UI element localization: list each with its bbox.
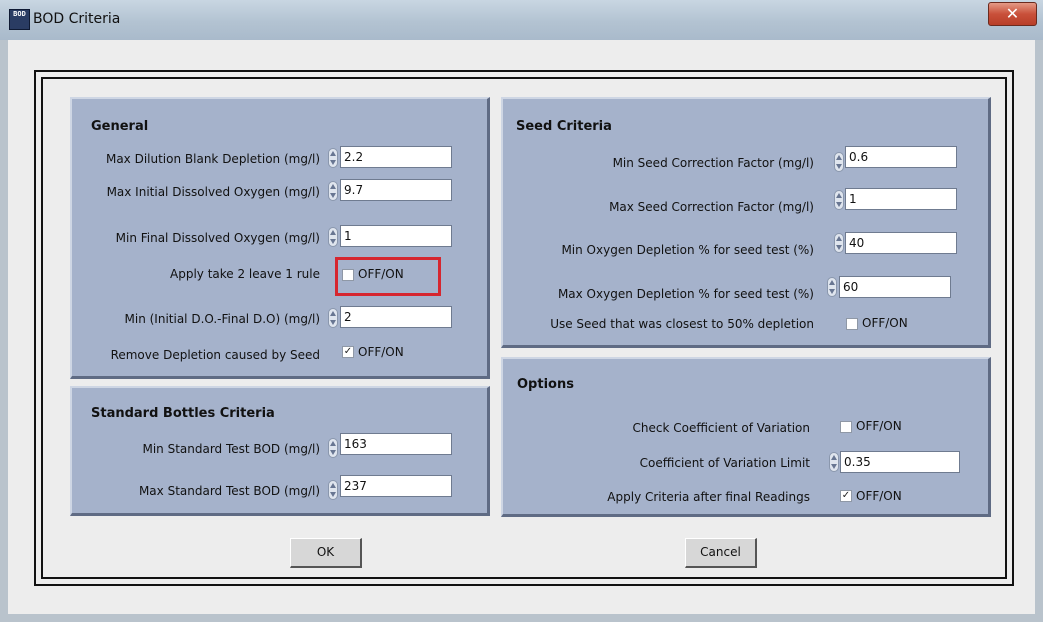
take2leave1-label: Apply take 2 leave 1 rule (170, 267, 320, 281)
min-seed-correction-label: Min Seed Correction Factor (mg/l) (612, 156, 814, 170)
max-initial-do-input[interactable]: 9.7 (340, 179, 452, 201)
max-dilution-blank-spinner[interactable] (328, 148, 338, 168)
min-final-do-spinner[interactable] (328, 227, 338, 247)
min-seed-correction-spinner[interactable] (834, 152, 844, 172)
remove-seed-depletion-checkbox[interactable]: ✓ (342, 346, 354, 358)
highlight-box (335, 257, 441, 296)
closest-50-toggle-label: OFF/ON (862, 316, 908, 330)
ok-button[interactable]: OK (290, 538, 362, 568)
max-initial-do-spinner[interactable] (328, 181, 338, 201)
title-bar: BOD BOD Criteria ✕ (0, 0, 1043, 40)
dialog-body: General Max Dilution Blank Depletion (mg… (8, 40, 1035, 614)
max-o2-depletion-spinner[interactable] (827, 277, 837, 297)
min-o2-depletion-spinner[interactable] (834, 233, 844, 253)
max-dilution-blank-input[interactable]: 2.2 (340, 146, 452, 168)
check-cov-checkbox[interactable] (840, 421, 852, 433)
cov-limit-label: Coefficient of Variation Limit (639, 456, 810, 470)
after-final-label: Apply Criteria after final Readings (607, 490, 810, 504)
min-seed-correction-input[interactable]: 0.6 (845, 146, 957, 168)
min-initial-final-spinner[interactable] (328, 308, 338, 328)
seed-panel (501, 97, 991, 348)
min-standard-bod-spinner[interactable] (328, 438, 338, 458)
min-o2-depletion-input[interactable]: 40 (845, 232, 957, 254)
remove-seed-depletion-toggle-label: OFF/ON (358, 345, 404, 359)
standard-title: Standard Bottles Criteria (91, 406, 275, 421)
max-standard-bod-label: Max Standard Test BOD (mg/l) (138, 484, 320, 498)
max-seed-correction-input[interactable]: 1 (845, 188, 957, 210)
seed-title: Seed Criteria (516, 119, 612, 134)
min-final-do-label: Min Final Dissolved Oxygen (mg/l) (115, 231, 320, 245)
max-o2-depletion-input[interactable]: 60 (839, 276, 951, 298)
closest-50-checkbox[interactable] (846, 318, 858, 330)
check-cov-label: Check Coefficient of Variation (632, 421, 811, 435)
options-title: Options (517, 377, 574, 392)
after-final-toggle-label: OFF/ON (856, 489, 902, 503)
remove-seed-depletion-label: Remove Depletion caused by Seed (110, 348, 320, 362)
max-initial-do-label: Max Initial Dissolved Oxygen (mg/l) (106, 185, 320, 199)
max-standard-bod-spinner[interactable] (328, 480, 338, 500)
after-final-checkbox[interactable]: ✓ (840, 490, 852, 502)
check-cov-toggle-label: OFF/ON (856, 419, 902, 433)
min-standard-bod-label: Min Standard Test BOD (mg/l) (142, 442, 320, 456)
max-o2-depletion-label: Max Oxygen Depletion % for seed test (%) (557, 287, 814, 301)
min-o2-depletion-label: Min Oxygen Depletion % for seed test (%) (561, 243, 814, 257)
window-title: BOD Criteria (33, 11, 121, 27)
min-standard-bod-input[interactable]: 163 (340, 433, 452, 455)
max-seed-correction-label: Max Seed Correction Factor (mg/l) (609, 200, 814, 214)
cancel-button[interactable]: Cancel (685, 538, 757, 568)
min-initial-final-input[interactable]: 2 (340, 306, 452, 328)
general-title: General (91, 119, 149, 134)
max-seed-correction-spinner[interactable] (834, 190, 844, 210)
min-initial-final-label: Min (Initial D.O.-Final D.O) (mg/l) (124, 312, 320, 326)
app-icon: BOD (9, 9, 30, 30)
cov-limit-spinner[interactable] (829, 452, 839, 472)
max-standard-bod-input[interactable]: 237 (340, 475, 452, 497)
closest-50-label: Use Seed that was closest to 50% depleti… (550, 317, 814, 331)
max-dilution-blank-label: Max Dilution Blank Depletion (mg/l) (105, 152, 320, 166)
close-button[interactable]: ✕ (988, 2, 1037, 26)
min-final-do-input[interactable]: 1 (340, 225, 452, 247)
cov-limit-input[interactable]: 0.35 (840, 451, 960, 473)
